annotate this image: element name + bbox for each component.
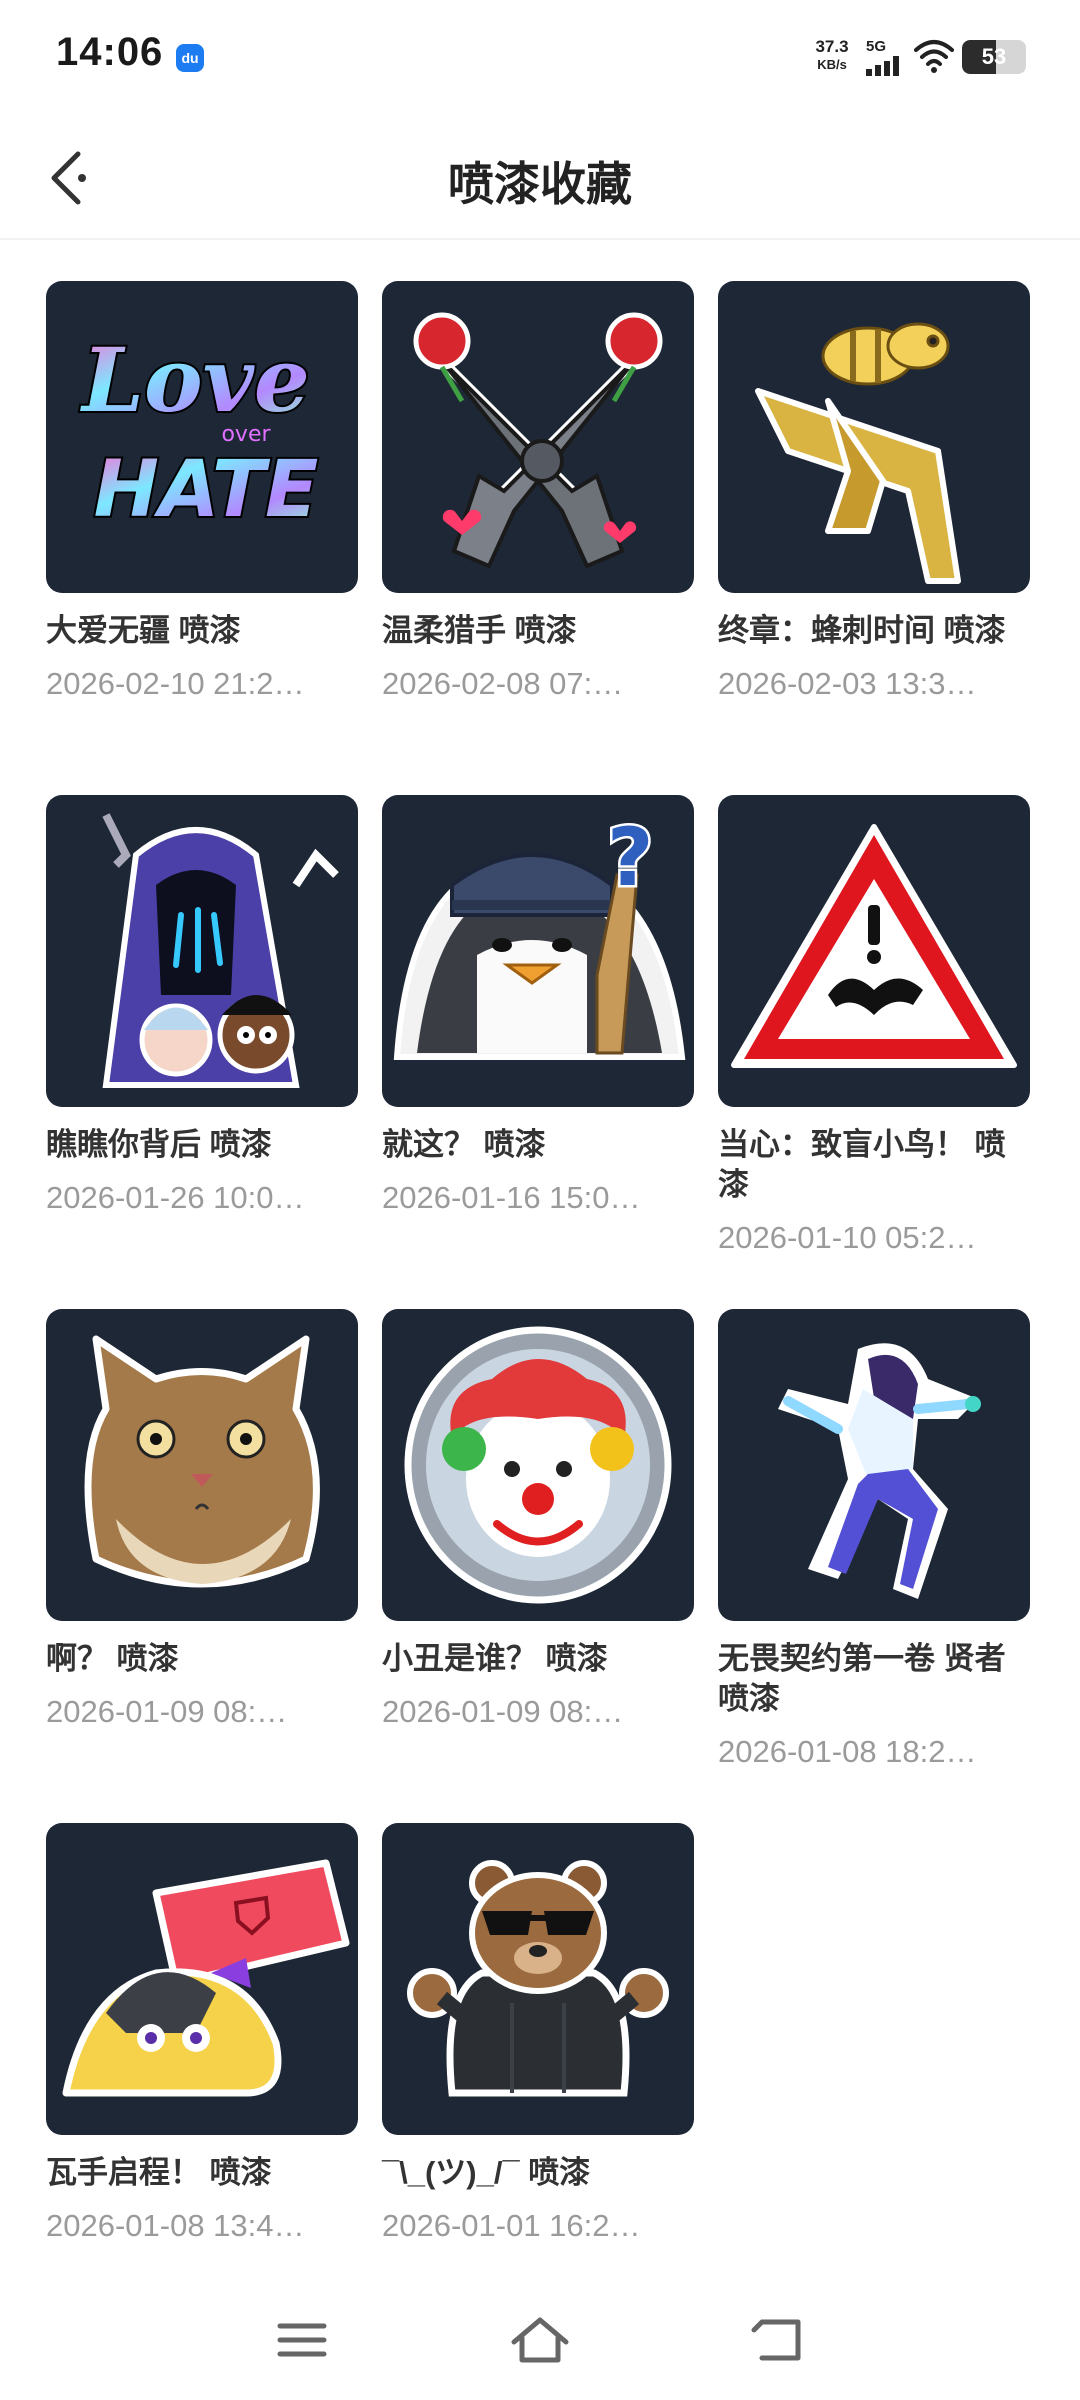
spray-date: 2026-01-08 13:4… <box>46 2208 305 2243</box>
spray-date: 2026-02-08 07:… <box>382 666 624 701</box>
network-speed: 37.3 KB/s <box>808 38 856 74</box>
golden-bee-gun-icon <box>755 322 961 584</box>
spray-thumbnail[interactable] <box>382 1309 694 1621</box>
spray-thumbnail[interactable] <box>382 1823 694 2135</box>
network-type: 5G <box>866 38 887 55</box>
spray-name: 瓦手启程！ 喷漆 <box>46 2155 272 2190</box>
svg-text:HATE: HATE <box>94 445 319 535</box>
spray-thumbnail[interactable] <box>46 1309 358 1621</box>
spray-card[interactable]: ? 就这？ 喷漆 2026-01-16 15:0… <box>382 795 694 1217</box>
spray-date: 2026-02-03 13:3… <box>718 666 977 701</box>
spray-name: 终章：蜂刺时间 喷漆 <box>718 613 1006 648</box>
spray-name: ¯\_(ツ)_/¯ 喷漆 <box>382 2155 591 2190</box>
battery-level: 53 <box>981 44 1007 69</box>
spray-card[interactable]: 瞧瞧你背后 喷漆 2026-01-26 10:0… <box>46 795 358 1217</box>
spray-date: 2026-01-09 08:… <box>382 1694 624 1729</box>
menu-icon[interactable] <box>270 2308 334 2372</box>
spray-card[interactable]: 小丑是谁？ 喷漆 2026-01-09 08:… <box>382 1309 694 1731</box>
clown-mirror-icon <box>404 1326 672 1604</box>
bird-holding-phone-icon <box>62 1859 350 2097</box>
home-icon[interactable] <box>508 2308 572 2372</box>
battery-icon: 53 <box>962 40 1026 74</box>
spray-name: 无畏契约第一卷 贤者 喷漆 <box>718 1641 1006 1716</box>
shocked-cat-icon <box>84 1335 320 1588</box>
crossed-revolvers-icon <box>413 312 663 569</box>
spray-card[interactable]: Love over HATE 大爱无疆 喷漆 2026-02-10 21:2… <box>46 281 358 703</box>
spray-name: 小丑是谁？ 喷漆 <box>382 1641 608 1676</box>
spray-card[interactable]: 啊？ 喷漆 2026-01-09 08:… <box>46 1309 358 1731</box>
spray-card[interactable]: 瓦手启程！ 喷漆 2026-01-08 13:4… <box>46 1823 358 2245</box>
app-notification-icon: du <box>176 44 204 72</box>
network-speed-value: 37.3 <box>815 37 849 56</box>
svg-text:?: ? <box>607 811 653 904</box>
spray-thumbnail[interactable] <box>718 1309 1030 1621</box>
spray-card[interactable]: 终章：蜂刺时间 喷漆 2026-02-03 13:3… <box>718 281 1030 703</box>
spray-thumbnail[interactable] <box>46 795 358 1107</box>
spray-date: 2026-01-26 10:0… <box>46 1180 305 1215</box>
spray-name: 啊？ 喷漆 <box>46 1641 179 1676</box>
spray-thumbnail[interactable] <box>718 795 1030 1107</box>
spray-date: 2026-01-10 05:2… <box>718 1220 977 1255</box>
spray-date: 2026-01-08 18:2… <box>718 1734 977 1769</box>
back-icon[interactable] <box>748 2308 812 2372</box>
sage-agent-icon <box>778 1343 981 1599</box>
penguin-question-icon: ? <box>393 809 686 1060</box>
spray-thumbnail[interactable] <box>382 281 694 593</box>
warning-sign-icon <box>731 824 1017 1068</box>
spray-name: 瞧瞧你背后 喷漆 <box>46 1127 272 1162</box>
spray-date: 2026-01-01 16:2… <box>382 2208 641 2243</box>
wifi-icon <box>914 40 954 73</box>
bear-sunglasses-icon <box>407 1860 669 2097</box>
hooded-figure-icon <box>102 813 339 1088</box>
page-title: 喷漆收藏 <box>448 158 632 210</box>
svg-text:over: over <box>221 422 271 447</box>
svg-text:Love: Love <box>79 328 310 432</box>
spray-name: 就这？ 喷漆 <box>382 1127 546 1162</box>
spray-date: 2026-01-09 08:… <box>46 1694 288 1729</box>
spray-date: 2026-01-16 15:0… <box>382 1180 641 1215</box>
status-time: 14:06 <box>56 30 164 74</box>
spray-name: 当心：致盲小鸟！ 喷漆 <box>718 1127 1006 1202</box>
status-bar: 14:06 du 37.3 KB/s 5G 53 <box>0 0 1080 116</box>
spray-date: 2026-02-10 21:2… <box>46 666 305 701</box>
top-bar: 喷漆收藏 <box>0 116 1080 240</box>
spray-card[interactable]: 当心：致盲小鸟！ 喷漆 2026-01-10 05:2… <box>718 795 1030 1257</box>
spray-card[interactable]: 温柔猎手 喷漆 2026-02-08 07:… <box>382 281 694 703</box>
spray-thumbnail[interactable]: ? <box>382 795 694 1107</box>
spray-thumbnail[interactable] <box>718 281 1030 593</box>
love-over-hate-icon: Love over HATE <box>77 326 320 537</box>
network-speed-unit: KB/s <box>817 57 847 72</box>
spray-name: 大爱无疆 喷漆 <box>46 613 241 648</box>
cellular-signal-icon <box>866 56 899 76</box>
system-navigation-bar <box>0 2290 1080 2400</box>
spray-name: 温柔猎手 喷漆 <box>382 613 577 648</box>
spray-thumbnail[interactable] <box>46 1823 358 2135</box>
spray-card[interactable]: 无畏契约第一卷 贤者 喷漆 2026-01-08 18:2… <box>718 1309 1030 1771</box>
spray-card[interactable]: ¯\_(ツ)_/¯ 喷漆 2026-01-01 16:2… <box>382 1823 694 2245</box>
spray-thumbnail[interactable]: Love over HATE <box>46 281 358 593</box>
